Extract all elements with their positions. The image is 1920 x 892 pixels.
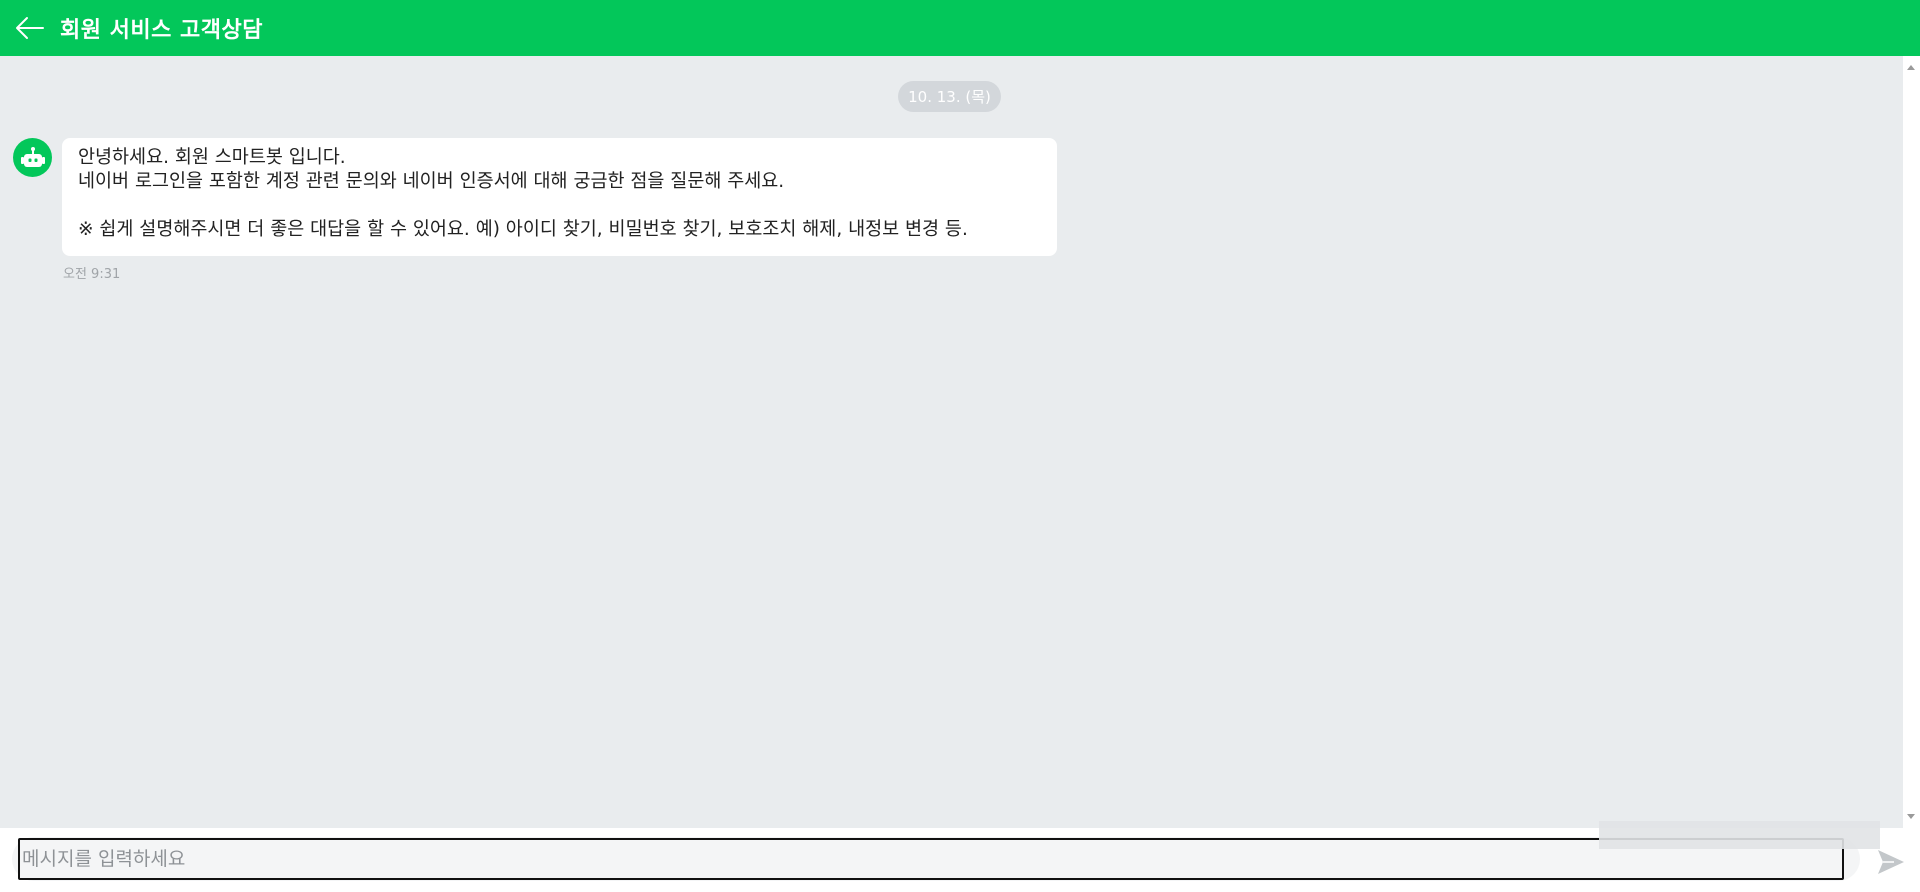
chat-window: 회원 서비스 고객상담 10. 13. (목) 안녕하세요. 회원 스마트봇 입…	[0, 0, 1920, 892]
message-list[interactable]: 10. 13. (목) 안녕하세요. 회원 스마트봇 입니다. 네이버 로그인을…	[0, 56, 1920, 828]
scroll-up-icon[interactable]	[1907, 65, 1915, 70]
send-icon	[1878, 850, 1904, 874]
send-button[interactable]	[1874, 845, 1908, 879]
page-title: 회원 서비스 고객상담	[60, 18, 263, 43]
scroll-down-icon[interactable]	[1907, 814, 1915, 819]
bot-message-bubble: 안녕하세요. 회원 스마트봇 입니다. 네이버 로그인을 포함한 계정 관련 문…	[62, 138, 1057, 256]
bot-avatar	[13, 138, 52, 177]
back-button[interactable]	[12, 10, 48, 46]
message-line: 네이버 로그인을 포함한 계정 관련 문의와 네이버 인증서에 대해 궁금한 점…	[78, 171, 785, 192]
message-line: ※ 쉽게 설명해주시면 더 좋은 대답을 할 수 있어요. 예) 아이디 찾기,…	[78, 219, 968, 240]
input-overlay	[1599, 821, 1880, 849]
header-bar: 회원 서비스 고객상담	[0, 0, 1920, 56]
arrow-left-icon	[16, 17, 44, 39]
message-input[interactable]	[18, 838, 1844, 880]
message-timestamp: 오전 9:31	[63, 267, 121, 282]
date-divider: 10. 13. (목)	[898, 81, 1001, 112]
robot-icon	[20, 146, 45, 167]
message-line: 안녕하세요. 회원 스마트봇 입니다.	[78, 147, 346, 168]
scrollbar[interactable]	[1903, 56, 1920, 828]
